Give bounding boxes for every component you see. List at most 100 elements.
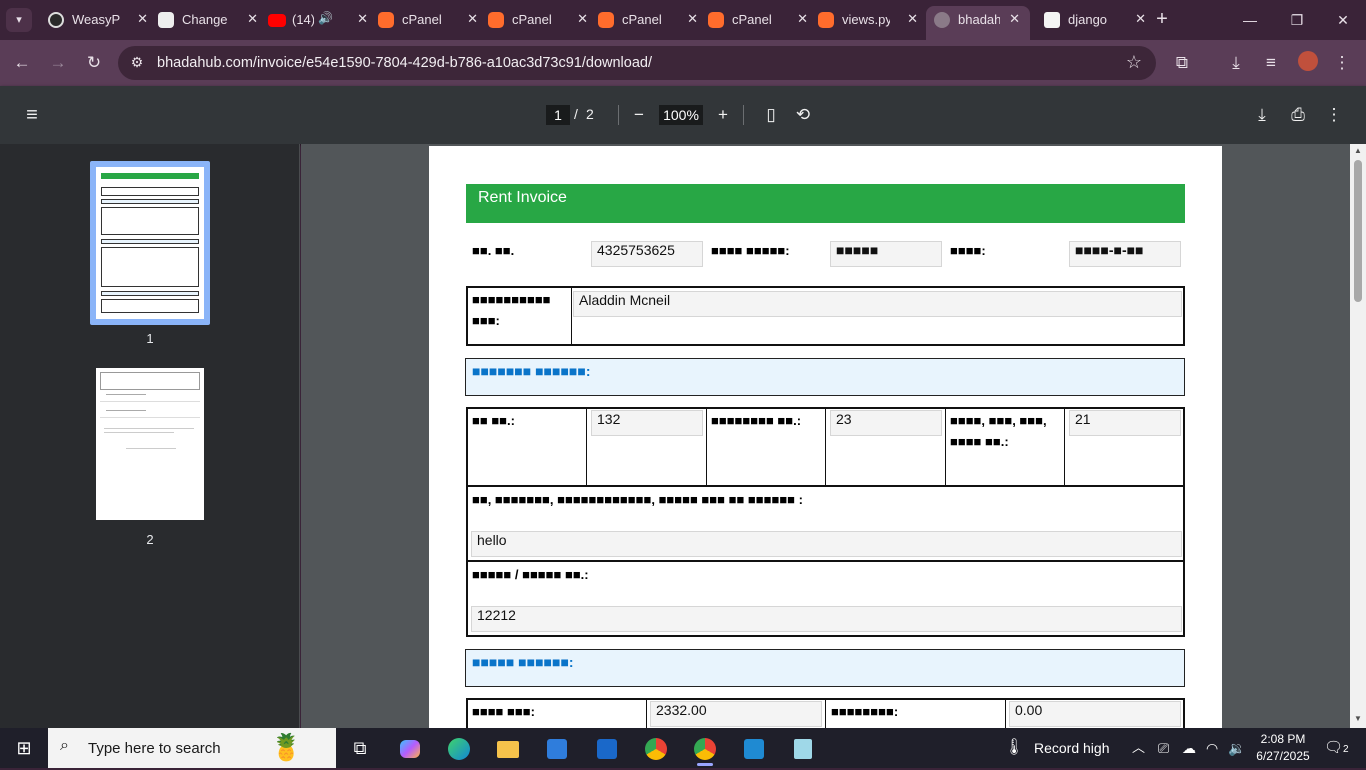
address-field: hello bbox=[471, 531, 1182, 557]
vscode-icon[interactable] bbox=[734, 732, 774, 764]
meet-now-icon[interactable]: ⎚ bbox=[1158, 728, 1169, 768]
extensions-icon[interactable]: ⧉ bbox=[1170, 51, 1194, 75]
page-thumbnail-2[interactable] bbox=[96, 368, 204, 520]
thumb-line bbox=[100, 417, 200, 418]
minimize-button[interactable]: — bbox=[1235, 8, 1265, 32]
chrome-icon[interactable] bbox=[636, 732, 676, 764]
taskbar: ⊞ ⌕ Type here to search 🍍 ⧉ 🌡 Record hig… bbox=[0, 728, 1366, 768]
divider bbox=[1064, 408, 1065, 486]
thumb-line bbox=[104, 432, 174, 433]
pdf-toolbar: ≡ 1 / 2 − 100% + ▯ ⟲ ⤓ ⎙ ⋮ bbox=[0, 86, 1366, 144]
notepad-icon[interactable] bbox=[783, 732, 823, 764]
tab-bhadahub[interactable]: bhadahub ✕ bbox=[926, 6, 1030, 40]
windows-start-icon[interactable]: ⊞ bbox=[0, 728, 48, 768]
date-np-field: ■■■■■ bbox=[830, 241, 942, 267]
onedrive-icon[interactable]: ☁ bbox=[1182, 728, 1196, 768]
close-icon[interactable]: ✕ bbox=[1009, 11, 1020, 27]
vertical-scrollbar[interactable]: ▲ ▼ bbox=[1350, 144, 1366, 728]
road-field: 21 bbox=[1069, 410, 1181, 436]
sidebar-menu-icon[interactable]: ≡ bbox=[20, 103, 44, 127]
site-info-icon[interactable]: ⚙ bbox=[128, 54, 146, 72]
thermometer-icon[interactable]: 🌡 bbox=[1004, 728, 1024, 768]
close-icon[interactable]: ✕ bbox=[467, 11, 478, 27]
tab-weasyprint[interactable]: WeasyPrint ✕ bbox=[40, 6, 150, 34]
forward-icon[interactable]: → bbox=[46, 51, 70, 75]
media-control-icon[interactable]: ≡ bbox=[1259, 51, 1283, 75]
tab-cpanel-3[interactable]: cPanel ✕ bbox=[590, 6, 700, 34]
tab-title: bhadahub bbox=[958, 12, 1000, 27]
tab-cpanel-1[interactable]: cPanel ✕ bbox=[370, 6, 480, 34]
divider bbox=[1005, 699, 1006, 728]
volume-icon[interactable]: 🔉 bbox=[1228, 728, 1245, 768]
close-window-button[interactable]: ✕ bbox=[1328, 8, 1358, 32]
wifi-icon[interactable]: ◠ bbox=[1206, 728, 1218, 768]
thumb-section bbox=[101, 239, 199, 244]
thumb-line bbox=[106, 394, 146, 395]
back-icon[interactable]: ← bbox=[10, 51, 34, 75]
scroll-thumb[interactable] bbox=[1354, 160, 1362, 302]
reload-icon[interactable]: ↻ bbox=[82, 51, 106, 75]
print-icon[interactable]: ⎙ bbox=[1286, 103, 1310, 127]
tab-views[interactable]: views.py ✕ bbox=[810, 6, 920, 34]
task-view-icon[interactable]: ⧉ bbox=[340, 732, 380, 764]
download-icon[interactable]: ⤓ bbox=[1250, 103, 1274, 127]
taskbar-search-box[interactable]: ⌕ Type here to search 🍍 bbox=[48, 728, 336, 768]
tab-cpanel-4[interactable]: cPanel ✕ bbox=[700, 6, 810, 34]
address-label: ■■, ■■■■■■■, ■■■■■■■■■■■■, ■■■■■ ■■■ ■■ … bbox=[472, 492, 803, 507]
thumb-box bbox=[101, 187, 199, 196]
speaker-icon[interactable]: 🔊 bbox=[318, 11, 333, 25]
close-icon[interactable]: ✕ bbox=[687, 11, 698, 27]
outlook-icon[interactable] bbox=[587, 732, 627, 764]
zoom-input[interactable]: 100% bbox=[659, 105, 703, 125]
address-bar[interactable]: ⚙ bhadahub.com/invoice/e54e1590-7804-429… bbox=[118, 46, 1156, 80]
close-icon[interactable]: ✕ bbox=[907, 11, 918, 27]
close-icon[interactable]: ✕ bbox=[357, 11, 368, 27]
youtube-icon bbox=[268, 14, 286, 27]
rotate-icon[interactable]: ⟲ bbox=[791, 103, 815, 127]
tab-cpanel-2[interactable]: cPanel ✕ bbox=[480, 6, 590, 34]
tab-django[interactable]: django ✕ bbox=[1036, 6, 1146, 34]
close-icon[interactable]: ✕ bbox=[137, 11, 148, 27]
tab-search-button[interactable]: ▾ bbox=[6, 8, 32, 32]
scroll-up-arrow-icon[interactable]: ▲ bbox=[1353, 146, 1363, 155]
edge-icon[interactable] bbox=[439, 732, 479, 764]
profile-avatar[interactable] bbox=[1296, 51, 1320, 75]
invoice-title: Rent Invoice bbox=[466, 184, 1185, 223]
page-thumbnail-1[interactable] bbox=[90, 161, 210, 325]
restore-button[interactable]: ❐ bbox=[1282, 8, 1312, 32]
microsoft-store-icon[interactable] bbox=[537, 732, 577, 764]
url-text[interactable]: bhadahub.com/invoice/e54e1590-7804-429d-… bbox=[157, 55, 652, 71]
file-explorer-icon[interactable] bbox=[488, 732, 528, 764]
more-options-icon[interactable]: ⋮ bbox=[1322, 103, 1346, 127]
discount-field: 0.00 bbox=[1009, 701, 1181, 727]
cpanel-icon bbox=[598, 12, 614, 28]
rent-field: 2332.00 bbox=[650, 701, 822, 727]
chrome-profile-icon[interactable] bbox=[685, 732, 725, 766]
scroll-down-arrow-icon[interactable]: ▼ bbox=[1353, 714, 1363, 723]
new-tab-button[interactable]: + bbox=[1150, 8, 1174, 32]
close-icon[interactable]: ✕ bbox=[1135, 11, 1146, 27]
search-icon: ⌕ bbox=[60, 737, 69, 754]
close-icon[interactable]: ✕ bbox=[247, 11, 258, 27]
browser-menu-icon[interactable]: ⋮ bbox=[1330, 51, 1354, 75]
date-label: ■■■■: bbox=[950, 243, 986, 258]
copilot-icon[interactable] bbox=[390, 732, 430, 764]
chevron-up-icon[interactable]: ︿ bbox=[1132, 728, 1145, 768]
weather-text[interactable]: Record high bbox=[1034, 728, 1110, 768]
fit-page-icon[interactable]: ▯ bbox=[759, 103, 783, 127]
cpanel-icon bbox=[818, 12, 834, 28]
tab-title: WeasyPrint bbox=[72, 12, 120, 27]
downloads-icon[interactable]: ⤓ bbox=[1224, 51, 1248, 75]
close-icon[interactable]: ✕ bbox=[797, 11, 808, 27]
bookmark-star-icon[interactable]: ☆ bbox=[1126, 52, 1142, 73]
page-number-input[interactable]: 1 bbox=[546, 105, 570, 125]
divider bbox=[825, 699, 826, 728]
zoom-in-icon[interactable]: + bbox=[711, 103, 735, 127]
zoom-out-icon[interactable]: − bbox=[627, 103, 651, 127]
document-viewer[interactable]: Rent Invoice ■■. ■■. 4325753625 ■■■■ ■■■… bbox=[301, 144, 1350, 728]
tab-change[interactable]: Change ✕ bbox=[150, 6, 260, 34]
notification-icon[interactable]: 🗨2 bbox=[1324, 728, 1349, 768]
close-icon[interactable]: ✕ bbox=[577, 11, 588, 27]
tab-youtube[interactable]: (14) 🔊 ✕ bbox=[260, 6, 370, 34]
system-clock[interactable]: 2:08 PM 6/27/2025 bbox=[1248, 731, 1318, 765]
